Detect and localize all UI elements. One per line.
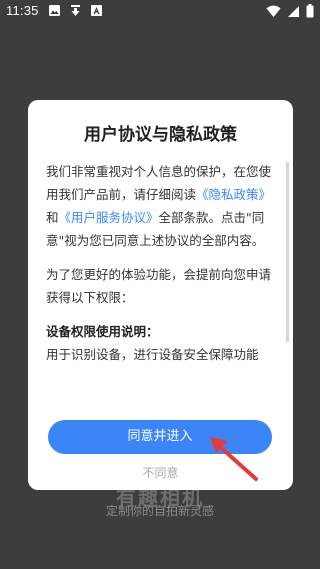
privacy-policy-link[interactable]: 《隐私政策》 — [196, 187, 271, 202]
scrollbar[interactable] — [286, 162, 289, 342]
wifi-icon — [266, 5, 281, 17]
system-icons — [266, 4, 314, 18]
app-subtitle: 定制你的自拍新灵感 — [105, 504, 214, 518]
pointer-arrow-icon — [210, 437, 258, 481]
cellular-icon — [288, 5, 299, 17]
status-bar: 11:35 — [0, 0, 320, 24]
intro-paragraph: 我们非常重视对个人信息的保护，在您使用我们产品前，请仔细阅读《隐私政策》和《用户… — [46, 160, 278, 252]
and-text: 和 — [46, 210, 59, 225]
user-agreement-link[interactable]: 《用户服务协议》 — [59, 210, 159, 225]
image-icon — [49, 5, 60, 16]
permission-heading: 设备权限使用说明： — [46, 324, 159, 339]
status-time: 11:35 — [6, 3, 39, 18]
notification-icons — [48, 4, 103, 17]
permission-description: 用于识别设备，进行设备安全保障功能 — [46, 347, 259, 362]
dialog-title: 用户协议与隐私政策 — [84, 125, 237, 145]
a-icon — [91, 5, 102, 16]
permission-intro: 为了您更好的体验功能，会提前向您申请获得以下权限： — [46, 267, 272, 305]
battery-icon — [306, 4, 314, 18]
download-icon — [71, 5, 80, 16]
